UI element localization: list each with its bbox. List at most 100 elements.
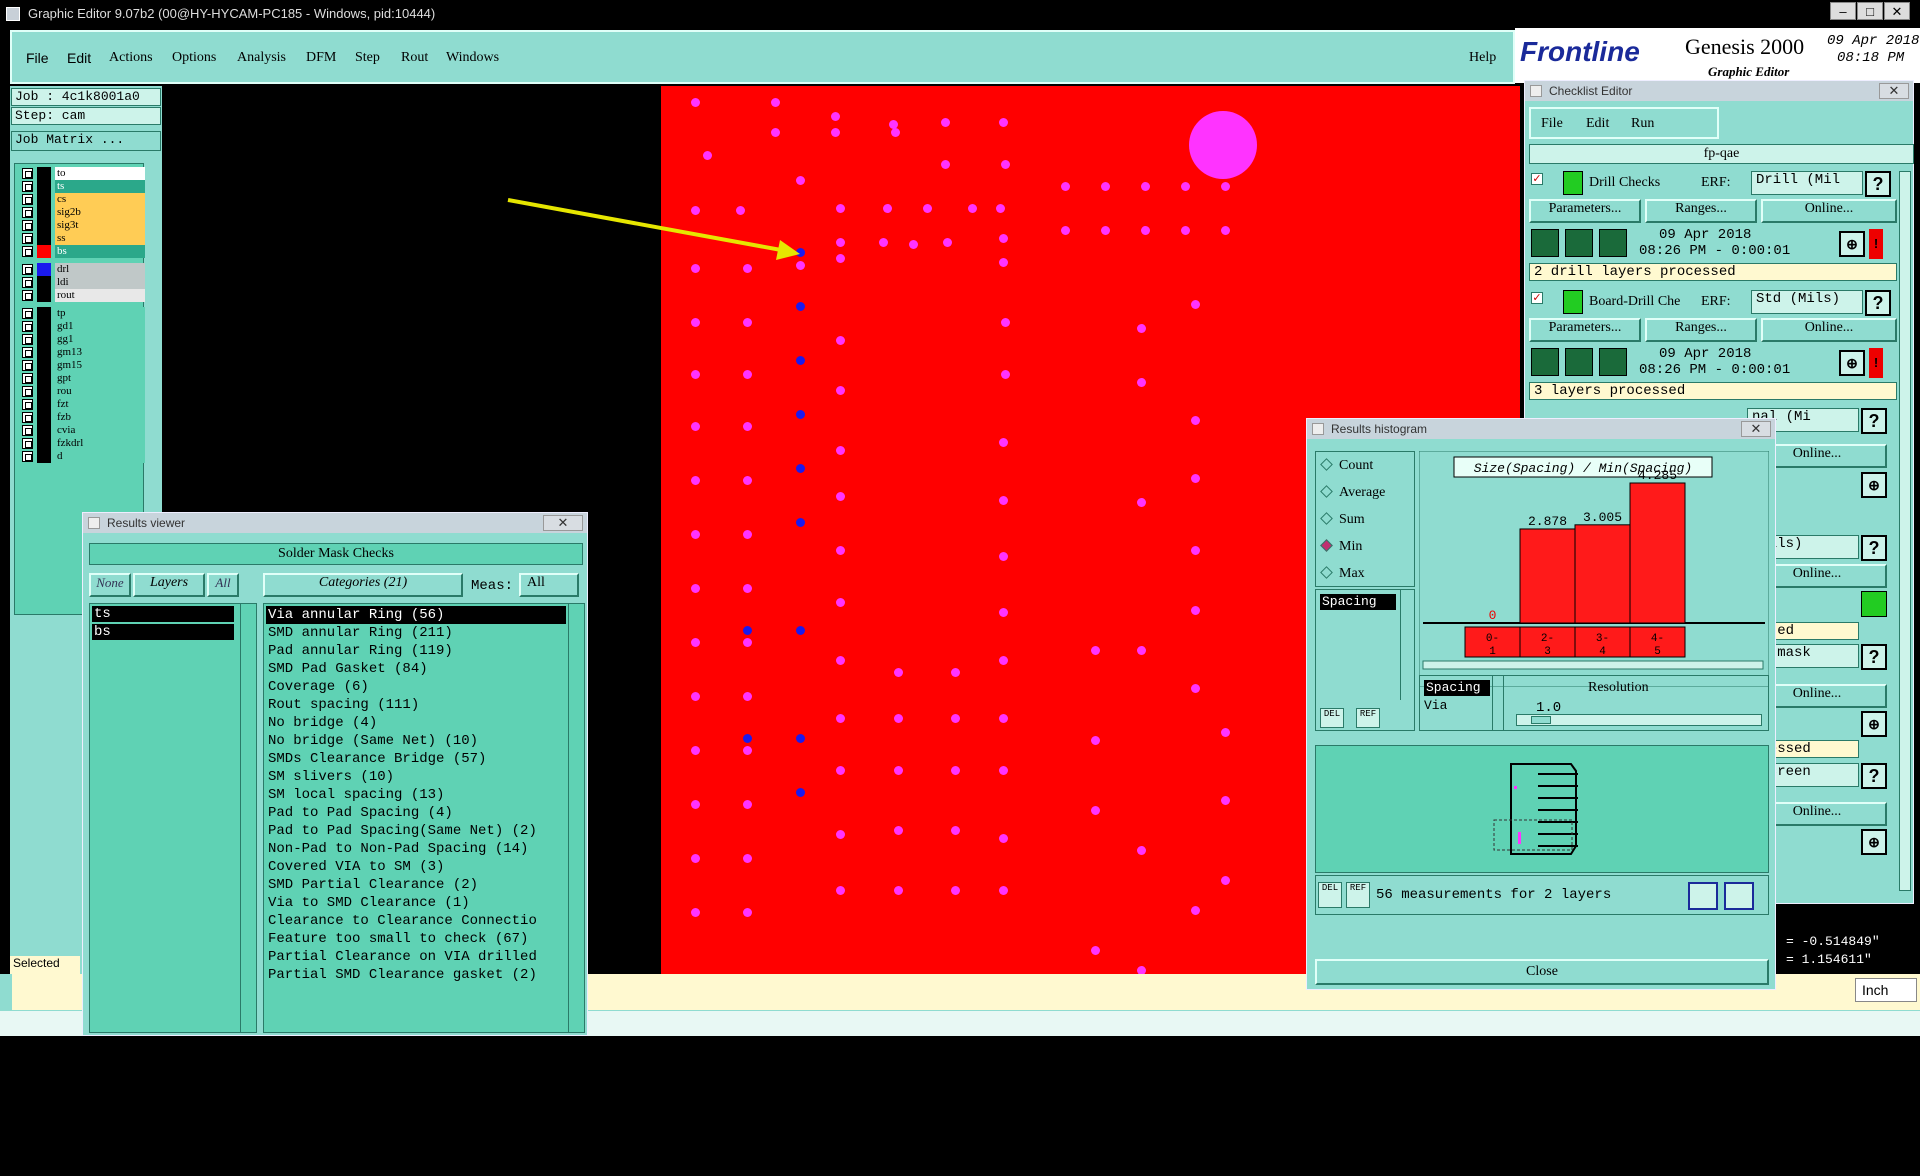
category-item[interactable]: SM slivers (10) [266, 768, 566, 786]
zoom-results-5[interactable]: ⊕ [1861, 711, 1887, 737]
resolution-slider-thumb[interactable] [1531, 716, 1551, 724]
layer-row-ldi[interactable]: ldi [19, 275, 149, 289]
erf-field[interactable]: Drill (Mil [1751, 171, 1863, 195]
all-button[interactable]: All [207, 573, 239, 597]
layer-checkbox[interactable] [22, 246, 33, 257]
layer-row-drl[interactable]: drl [19, 262, 149, 276]
resolution-slider[interactable] [1516, 714, 1762, 726]
job-matrix-button[interactable]: Job Matrix ... [11, 131, 161, 151]
help-button[interactable]: ? [1865, 171, 1891, 197]
layer-row-ts[interactable]: ts [19, 179, 149, 193]
category-item[interactable]: Non-Pad to Non-Pad Spacing (14) [266, 840, 566, 858]
option-count[interactable]: Count [1320, 458, 1373, 474]
menu-actions[interactable]: Actions [109, 50, 153, 66]
layer-checkbox[interactable] [22, 360, 33, 371]
menu-help[interactable]: Help [1469, 50, 1496, 66]
layer-checkbox[interactable] [22, 264, 33, 275]
histogram-list-scrollbar[interactable] [1400, 590, 1414, 700]
category-item[interactable]: SMD annular Ring (211) [266, 624, 566, 642]
layer-checkbox[interactable] [22, 181, 33, 192]
layer-checkbox[interactable] [22, 373, 33, 384]
del-button-bottom[interactable]: DEL [1318, 882, 1342, 908]
report-icon[interactable] [1724, 882, 1754, 910]
histogram-list-item[interactable]: Spacing [1320, 594, 1396, 610]
layer-checkbox[interactable] [22, 386, 33, 397]
layer-row-d[interactable]: d [19, 449, 149, 463]
run-icon[interactable] [1599, 348, 1627, 376]
histogram-bar[interactable] [1629, 482, 1686, 624]
help-button-4[interactable]: ? [1861, 535, 1887, 561]
measurement-item-via[interactable]: Via [1424, 698, 1447, 713]
item-enable-checkbox[interactable]: ✓ [1531, 173, 1543, 185]
option-min[interactable]: Min [1320, 539, 1362, 555]
category-item[interactable]: SMD Pad Gasket (84) [266, 660, 566, 678]
menu-step[interactable]: Step [355, 50, 380, 66]
maximize-button[interactable]: □ [1857, 2, 1883, 20]
layer-checkbox[interactable] [22, 425, 33, 436]
zoom-results-3[interactable]: ⊕ [1861, 472, 1887, 498]
result-layer-item[interactable]: ts [92, 606, 234, 622]
option-sum[interactable]: Sum [1320, 512, 1365, 528]
layer-row-gd1[interactable]: gd1 [19, 319, 149, 333]
layer-name[interactable]: rout [55, 289, 145, 302]
via-pad[interactable] [796, 410, 805, 419]
menu-rout[interactable]: Rout [401, 50, 428, 66]
layers-button[interactable]: Layers [133, 573, 205, 597]
layer-checkbox[interactable] [22, 334, 33, 345]
measurement-scrollbar[interactable] [1492, 676, 1504, 730]
online-button[interactable]: Online... [1761, 199, 1897, 223]
item-enable-checkbox[interactable]: ✓ [1531, 292, 1543, 304]
menu-file[interactable]: File [26, 50, 49, 66]
help-button-3[interactable]: ? [1861, 408, 1887, 434]
category-item[interactable]: Rout spacing (111) [266, 696, 566, 714]
meas-select[interactable]: All [519, 573, 579, 597]
category-item[interactable]: Partial SMD Clearance gasket (2) [266, 966, 566, 984]
ranges-button[interactable]: Ranges... [1645, 318, 1757, 342]
ranges-button[interactable]: Ranges... [1645, 199, 1757, 223]
checklist-scrollbar[interactable] [1899, 171, 1911, 891]
category-item[interactable]: Partial Clearance on VIA drilled [266, 948, 566, 966]
layer-checkbox[interactable] [22, 290, 33, 301]
checklist-menu-edit[interactable]: Edit [1586, 116, 1609, 132]
menu-windows[interactable]: Windows [446, 50, 499, 66]
parameters-button[interactable]: Parameters... [1529, 199, 1641, 223]
measurement-item-spacing[interactable]: Spacing [1424, 680, 1490, 696]
layer-row-ss[interactable]: ss [19, 231, 149, 245]
results-viewer-close-button[interactable]: ✕ [543, 515, 583, 531]
via-pad[interactable] [796, 734, 805, 743]
help-button[interactable]: ? [1865, 290, 1891, 316]
close-button[interactable]: ✕ [1884, 2, 1910, 20]
del-button[interactable]: DEL [1320, 708, 1344, 728]
via-pad[interactable] [796, 518, 805, 527]
category-item[interactable]: Pad to Pad Spacing (4) [266, 804, 566, 822]
layer-row-fzkdrl[interactable]: fzkdrl [19, 436, 149, 450]
erf-field[interactable]: Std (Mils) [1751, 290, 1863, 314]
layer-color-swatch[interactable] [37, 289, 51, 302]
category-item[interactable]: SMD Partial Clearance (2) [266, 876, 566, 894]
category-item[interactable]: SMDs Clearance Bridge (57) [266, 750, 566, 768]
layer-row-sig2b[interactable]: sig2b [19, 205, 149, 219]
checklist-menu-file[interactable]: File [1541, 116, 1563, 132]
histogram-bar[interactable] [1519, 528, 1576, 624]
run-icon[interactable] [1599, 229, 1627, 257]
layer-row-cs[interactable]: cs [19, 192, 149, 206]
parameters-button[interactable]: Parameters... [1529, 318, 1641, 342]
layer-row-cvia[interactable]: cvia [19, 423, 149, 437]
layer-checkbox[interactable] [22, 277, 33, 288]
layer-checkbox[interactable] [22, 438, 33, 449]
ref-button[interactable]: REF [1356, 708, 1380, 728]
zoom-results-icon[interactable]: ⊕ [1839, 231, 1865, 257]
help-button-6[interactable]: ? [1861, 763, 1887, 789]
layer-row-fzt[interactable]: fzt [19, 397, 149, 411]
zoom-results-6[interactable]: ⊕ [1861, 829, 1887, 855]
online-button[interactable]: Online... [1761, 318, 1897, 342]
via-pad[interactable] [796, 788, 805, 797]
layer-checkbox[interactable] [22, 412, 33, 423]
chart-scrollbar[interactable] [1422, 660, 1764, 670]
category-item[interactable]: Coverage (6) [266, 678, 566, 696]
layer-name[interactable]: bs [55, 245, 145, 258]
categories-button[interactable]: Categories (21) [263, 573, 463, 597]
layer-row-gpt[interactable]: gpt [19, 371, 149, 385]
layer-checkbox[interactable] [22, 321, 33, 332]
run-icon[interactable] [1531, 229, 1559, 257]
